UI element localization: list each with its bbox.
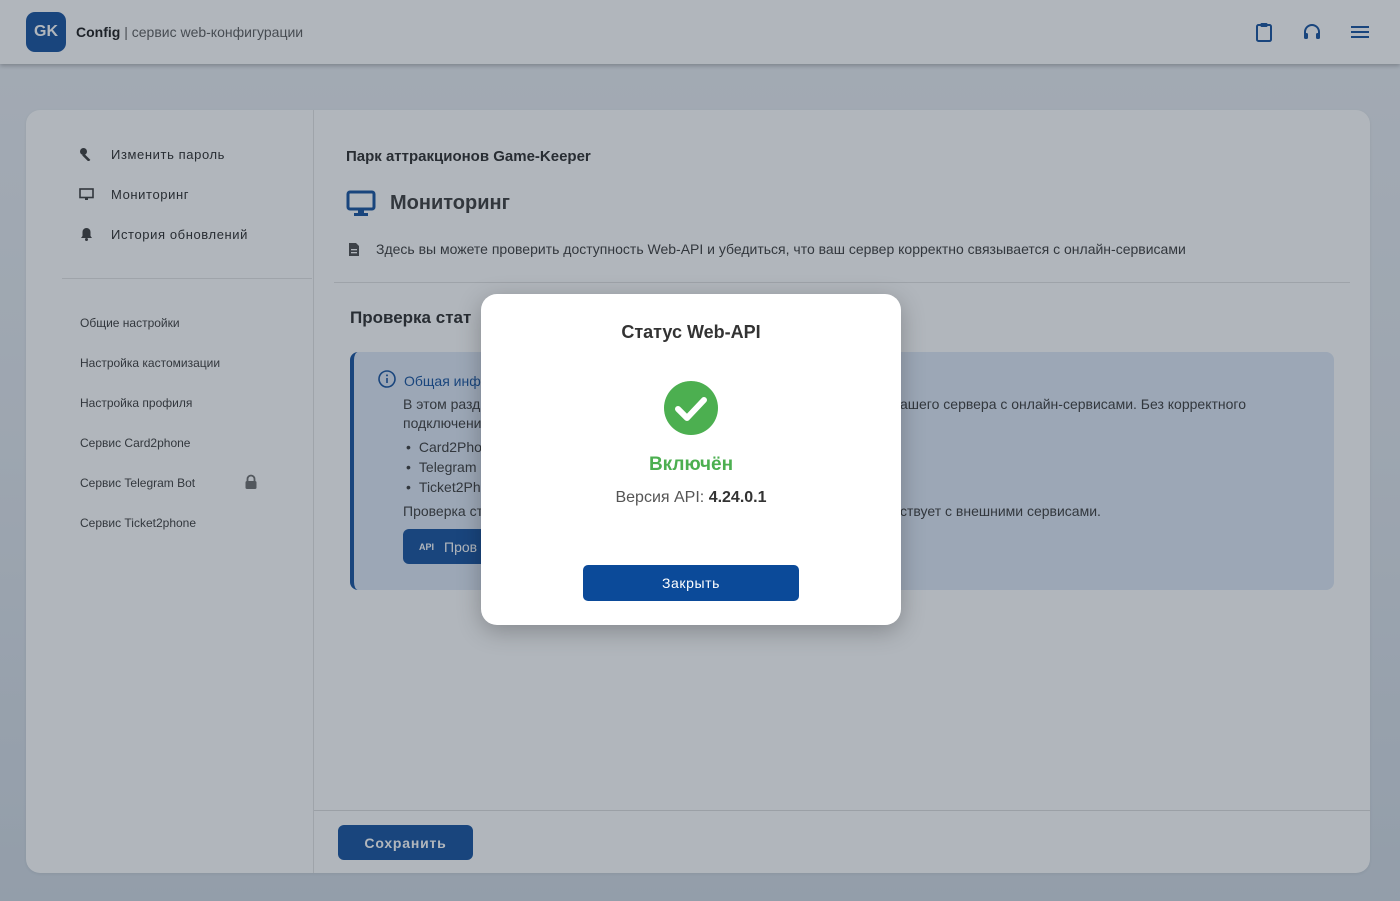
api-version-value: 4.24.0.1: [708, 489, 767, 506]
status-modal: Статус Web-API Включён Версия API: 4.24.…: [481, 294, 901, 625]
close-button[interactable]: Закрыть: [583, 565, 799, 601]
check-circle-icon: [663, 380, 719, 441]
status-text: Включён: [648, 454, 734, 475]
modal-title: Статус Web-API: [621, 322, 761, 342]
api-version-label: Версия API:: [615, 489, 709, 506]
api-version: Версия API: 4.24.0.1: [481, 489, 901, 507]
